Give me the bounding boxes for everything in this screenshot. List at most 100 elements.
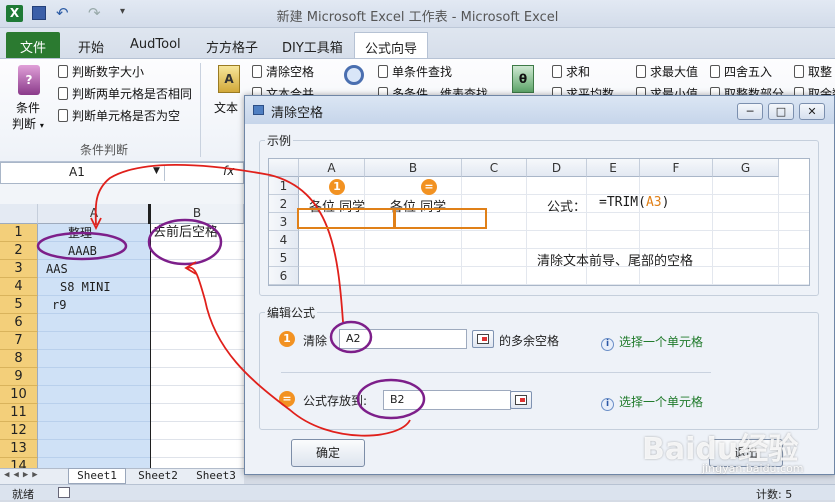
cell-a[interactable] (38, 314, 150, 332)
example-corner (269, 159, 299, 177)
target-cell-picker-button[interactable] (510, 391, 532, 409)
select-all-corner[interactable] (0, 204, 38, 224)
tab-file[interactable]: 文件 (6, 32, 60, 58)
sheet-tab-3[interactable]: Sheet3 (188, 469, 244, 483)
cell-a[interactable] (38, 368, 150, 386)
bookmark-icon (378, 65, 388, 78)
row-header[interactable]: 3 (0, 260, 38, 278)
cell-a[interactable] (38, 350, 150, 368)
close-button[interactable]: ✕ (799, 103, 825, 120)
row-header[interactable]: 6 (0, 314, 38, 332)
row-header[interactable]: 14 (0, 458, 38, 468)
sheet-nav-arrows-icon[interactable]: ◀◀▶▶ (4, 470, 42, 480)
column-header-a[interactable]: A (38, 204, 151, 224)
tab-diy-toolbox[interactable]: DIY工具箱 (272, 32, 353, 58)
ribbon-item-compare-number[interactable]: 判断数字大小 (58, 63, 144, 80)
cell-b[interactable] (151, 260, 244, 278)
ribbon-item-truncate[interactable]: 取整 (794, 63, 832, 80)
ribbon-item-sum[interactable]: 求和 (552, 63, 590, 80)
marker-b-badge: = (421, 179, 437, 195)
group-label-condition: 条件判断 (80, 143, 129, 157)
row-header[interactable]: 11 (0, 404, 38, 422)
cell-b[interactable] (151, 440, 244, 458)
text-book-icon: A (218, 65, 240, 93)
sheet-tab-2[interactable]: Sheet2 (130, 469, 186, 483)
ribbon-item-clear-spaces[interactable]: 清除空格 (252, 63, 314, 80)
cell-a[interactable] (38, 404, 150, 422)
row-header[interactable]: 10 (0, 386, 38, 404)
ribbon-item-round[interactable]: 四舍五入 (710, 63, 772, 80)
macro-record-icon[interactable] (58, 487, 70, 498)
cell-a[interactable]: AAAB (38, 242, 150, 260)
separator (281, 372, 711, 373)
source-cell-input[interactable]: A2 (339, 329, 467, 349)
ribbon-item-compare-cells[interactable]: 判断两单元格是否相同 (58, 85, 192, 102)
undo-icon[interactable]: ↶ (56, 4, 69, 22)
row-header[interactable]: 13 (0, 440, 38, 458)
cell-a[interactable] (38, 440, 150, 458)
row-header[interactable]: 8 (0, 350, 38, 368)
clear-spaces-dialog: 清除空格 ─ □ ✕ 示例 A B C D E F G 1 2 3 4 5 6 1 = 各位 同学 各位 同学公… (244, 95, 835, 475)
cell-a[interactable]: S8 MINI (38, 278, 150, 296)
cell-b[interactable] (151, 332, 244, 350)
row-header[interactable]: 9 (0, 368, 38, 386)
cell-a[interactable] (38, 386, 150, 404)
row-header[interactable]: 4 (0, 278, 38, 296)
bookmark-icon (252, 65, 262, 78)
redo-icon[interactable]: ↷ (88, 4, 101, 22)
cell-b[interactable] (151, 386, 244, 404)
cell-b[interactable] (151, 368, 244, 386)
cell-a[interactable] (38, 332, 150, 350)
cell-b[interactable]: 去前后空格 (151, 224, 244, 242)
column-header-b[interactable]: B (151, 204, 244, 224)
ribbon-item-single-lookup[interactable]: 单条件查找 (378, 63, 452, 80)
text-button[interactable]: 文本 (214, 99, 238, 116)
condition-judge-button[interactable]: 判断 ▾ (12, 115, 44, 132)
ribbon-item-is-empty[interactable]: 判断单元格是否为空 (58, 107, 180, 124)
ok-button[interactable]: 确定 (291, 439, 365, 467)
fx-icon[interactable]: fx (223, 164, 234, 178)
ribbon-item-label: 判断两单元格是否相同 (72, 87, 193, 101)
tab-formula-wizard[interactable]: 公式向导 (354, 32, 429, 58)
cell-b[interactable] (151, 404, 244, 422)
tab-audtool[interactable]: AudTool (120, 32, 191, 58)
cell-a[interactable] (38, 422, 150, 440)
row-header[interactable]: 7 (0, 332, 38, 350)
cell-b[interactable] (151, 278, 244, 296)
tab-fangfang[interactable]: 方方格子 (196, 32, 268, 58)
cell-a[interactable]: r9 (38, 296, 150, 314)
target-cell-input[interactable]: B2 (383, 390, 511, 410)
tab-home[interactable]: 开始 (68, 32, 114, 58)
ribbon-item-max[interactable]: 求最大值 (636, 63, 698, 80)
cell-b[interactable] (151, 242, 244, 260)
row-header[interactable]: 2 (0, 242, 38, 260)
row-header[interactable]: 5 (0, 296, 38, 314)
cell-b[interactable] (151, 422, 244, 440)
example-a3: 各位 同学 (309, 200, 366, 215)
grid-line (299, 284, 809, 285)
ribbon-item-label: 清除空格 (266, 65, 315, 79)
ribbon-item-label: 单条件查找 (392, 65, 453, 79)
condition-judge-line1[interactable]: 条件 (16, 99, 40, 116)
cell-a[interactable]: AAS (38, 260, 150, 278)
save-icon[interactable] (32, 6, 46, 20)
cell-b[interactable] (151, 350, 244, 368)
source-cell-picker-button[interactable] (472, 330, 494, 348)
example-note: 清除文本前导、尾部的空格 (537, 254, 694, 269)
sheet-tab-1[interactable]: Sheet1 (68, 468, 126, 484)
name-box[interactable]: A1 ▼ (5, 165, 165, 181)
qat-customize-icon[interactable]: ▾ (120, 6, 125, 17)
cell-b[interactable] (151, 314, 244, 332)
window-title: 新建 Microsoft Excel 工作表 - Microsoft Excel (276, 10, 559, 25)
step1-badge: 1 (279, 331, 295, 347)
cell-b[interactable] (151, 458, 244, 468)
row-header[interactable]: 12 (0, 422, 38, 440)
row-header[interactable]: 1 (0, 224, 38, 242)
cell-a[interactable]: 整理 (38, 224, 150, 242)
info-icon: i (601, 338, 614, 351)
minimize-button[interactable]: ─ (737, 103, 763, 120)
cell-a[interactable] (38, 458, 150, 468)
cell-b[interactable] (151, 296, 244, 314)
bookmark-icon (794, 65, 804, 78)
maximize-button[interactable]: □ (768, 103, 794, 120)
